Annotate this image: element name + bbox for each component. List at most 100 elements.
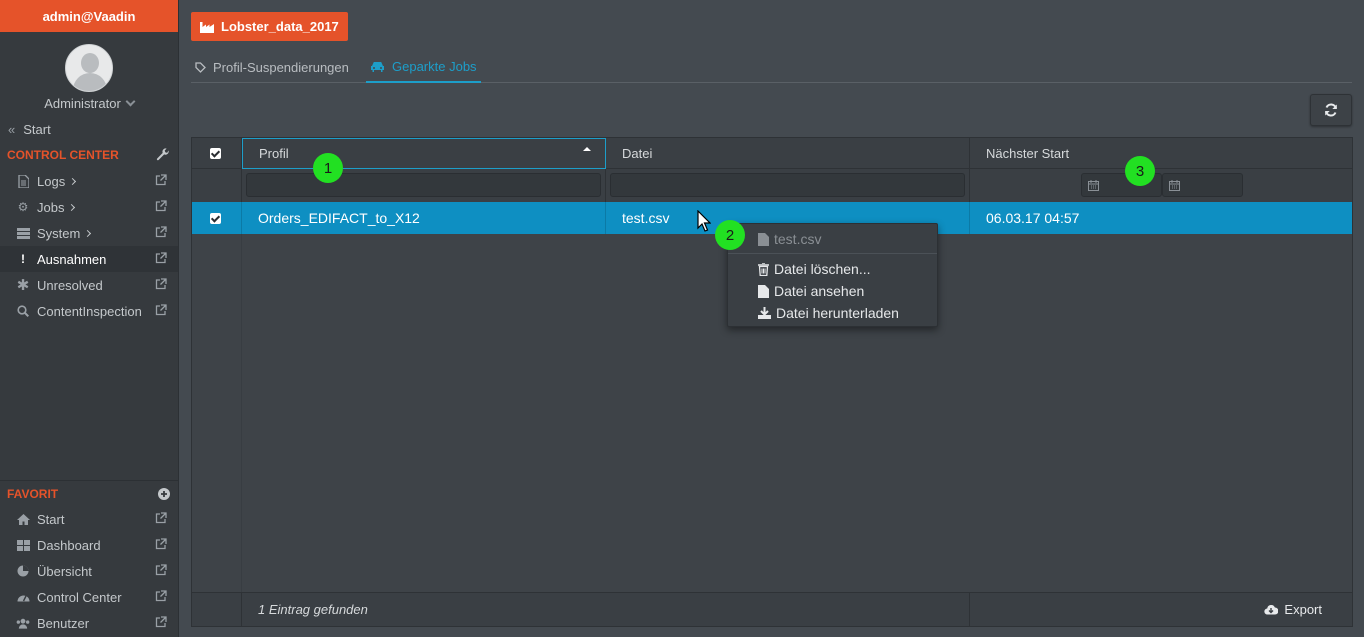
user-header[interactable]: admin@Vaadin xyxy=(0,0,178,32)
sort-ascending-icon xyxy=(583,147,591,151)
grid-icon xyxy=(16,538,30,552)
column-header-naechster-start[interactable]: Nächster Start xyxy=(970,138,1352,169)
tab-geparkte-jobs[interactable]: Geparkte Jobs xyxy=(366,52,481,83)
favorit-item-control-center[interactable]: Control Center xyxy=(0,584,178,610)
sidebar-item-label: System xyxy=(37,225,81,241)
favorit-section: FAVORIT Start Dashboard Übersicht Contro… xyxy=(0,480,178,636)
start-link[interactable]: « Start xyxy=(0,116,178,142)
row-select-cell xyxy=(192,202,242,234)
role-selector[interactable]: Administrator xyxy=(0,90,178,116)
tab-label: Geparkte Jobs xyxy=(392,59,477,74)
column-header-datei[interactable]: Datei xyxy=(606,138,970,169)
external-link-icon[interactable] xyxy=(155,304,167,316)
user-name: admin@Vaadin xyxy=(42,8,136,24)
external-link-icon[interactable] xyxy=(155,616,167,628)
control-center-label: CONTROL CENTER xyxy=(7,148,119,162)
favorit-item-label: Start xyxy=(37,511,65,527)
external-link-icon[interactable] xyxy=(155,538,167,550)
context-menu-separator xyxy=(728,253,937,254)
menu-item-datei-ansehen[interactable]: Datei ansehen xyxy=(758,280,864,302)
context-menu-title: test.csv xyxy=(758,228,821,250)
favorit-item-dashboard[interactable]: Dashboard xyxy=(0,532,178,558)
project-button[interactable]: Lobster_data_2017 xyxy=(191,12,348,41)
avatar[interactable] xyxy=(65,44,113,92)
favorit-item-uebersicht[interactable]: Übersicht xyxy=(0,558,178,584)
favorit-title: FAVORIT xyxy=(0,480,178,506)
asterisk-icon: ✱ xyxy=(16,277,30,294)
column-header-label: Nächster Start xyxy=(986,145,1070,161)
trash-icon xyxy=(758,262,769,276)
external-link-icon[interactable] xyxy=(155,226,167,238)
export-button[interactable]: Export xyxy=(1264,602,1322,617)
sidebar-item-contentinspection[interactable]: ContentInspection xyxy=(0,298,178,324)
column-header-profil[interactable]: Profil xyxy=(242,138,606,169)
cell-profil[interactable]: Orders_EDIFACT_to_X12 xyxy=(242,202,606,234)
select-all-header xyxy=(192,138,242,169)
refresh-icon xyxy=(1325,103,1337,117)
external-link-icon[interactable] xyxy=(155,512,167,524)
sidebar-item-label: ContentInspection xyxy=(37,303,142,319)
external-link-icon[interactable] xyxy=(155,174,167,186)
favorit-item-label: Dashboard xyxy=(37,537,101,553)
download-icon xyxy=(758,307,771,319)
external-link-icon[interactable] xyxy=(155,564,167,576)
datei-filter-input[interactable] xyxy=(610,173,965,197)
role-label: Administrator xyxy=(44,95,121,111)
external-link-icon[interactable] xyxy=(155,590,167,602)
external-link-icon[interactable] xyxy=(155,200,167,212)
row-checkbox[interactable] xyxy=(210,212,221,224)
zoom-icon xyxy=(16,304,30,318)
sidebar-item-system[interactable]: System xyxy=(0,220,178,246)
chevron-right-icon xyxy=(84,229,92,237)
menu-item-datei-herunterladen[interactable]: Datei herunterladen xyxy=(758,302,899,324)
mouse-cursor-icon xyxy=(697,210,711,232)
refresh-button[interactable] xyxy=(1310,94,1352,126)
external-link-icon[interactable] xyxy=(155,252,167,264)
exclamation-icon: ! xyxy=(21,252,25,266)
menu-item-datei-loeschen[interactable]: Datei löschen... xyxy=(758,258,871,280)
tab-profil-suspendierungen[interactable]: Profil-Suspendierungen xyxy=(195,52,349,83)
chevron-right-icon xyxy=(68,203,76,211)
wrench-icon[interactable] xyxy=(156,148,170,162)
start-label: Start xyxy=(23,121,51,137)
footer-count: 1 Eintrag gefunden xyxy=(242,592,970,626)
favorit-label: FAVORIT xyxy=(7,486,59,501)
plus-circle-icon[interactable] xyxy=(158,487,170,500)
avatar-container xyxy=(0,32,178,92)
select-all-checkbox[interactable] xyxy=(210,147,221,159)
record-count-label: 1 Eintrag gefunden xyxy=(258,602,368,617)
column-divider xyxy=(241,234,242,592)
footer-export-cell: Export xyxy=(970,592,1352,626)
sidebar: admin@Vaadin Administrator « Start CONTR… xyxy=(0,0,179,637)
sidebar-item-unresolved[interactable]: ✱ Unresolved xyxy=(0,272,178,298)
menu-item-label: Datei ansehen xyxy=(774,283,865,299)
car-icon xyxy=(371,62,384,72)
file-icon xyxy=(758,284,769,298)
column-header-label: Profil xyxy=(259,146,289,161)
users-icon xyxy=(16,616,30,630)
profil-filter-input[interactable] xyxy=(246,173,601,197)
favorit-item-benutzer[interactable]: Benutzer xyxy=(0,610,178,636)
filter-cell-naechster-start xyxy=(970,169,1352,202)
sidebar-item-logs[interactable]: Logs xyxy=(0,168,178,194)
filter-cell-select xyxy=(192,169,242,202)
piechart-icon xyxy=(16,564,30,578)
sidebar-item-jobs[interactable]: ⚙ Jobs xyxy=(0,194,178,220)
calendar-icon xyxy=(1088,179,1099,191)
chevron-down-icon xyxy=(125,96,136,106)
menu-item-label: Datei löschen... xyxy=(774,261,871,277)
sidebar-item-ausnahmen[interactable]: ! Ausnahmen xyxy=(0,246,178,272)
date-to-input[interactable] xyxy=(1162,173,1243,197)
cloud-download-icon xyxy=(1264,604,1279,615)
jobs-icon: ⚙ xyxy=(17,200,29,214)
annotation-marker-1: 1 xyxy=(313,153,343,183)
cell-naechster-start[interactable]: 06.03.17 04:57 xyxy=(970,202,1352,234)
jobs-grid: Profil Datei Nächster Start Orders_EDIFA… xyxy=(191,137,1353,627)
tag-icon xyxy=(195,62,206,73)
context-menu: test.csv Datei löschen... Datei ansehen … xyxy=(727,223,938,327)
favorit-item-start[interactable]: Start xyxy=(0,506,178,532)
factory-icon xyxy=(200,21,214,33)
external-link-icon[interactable] xyxy=(155,278,167,290)
footer-select-cell xyxy=(192,592,242,626)
document-icon xyxy=(16,174,30,188)
